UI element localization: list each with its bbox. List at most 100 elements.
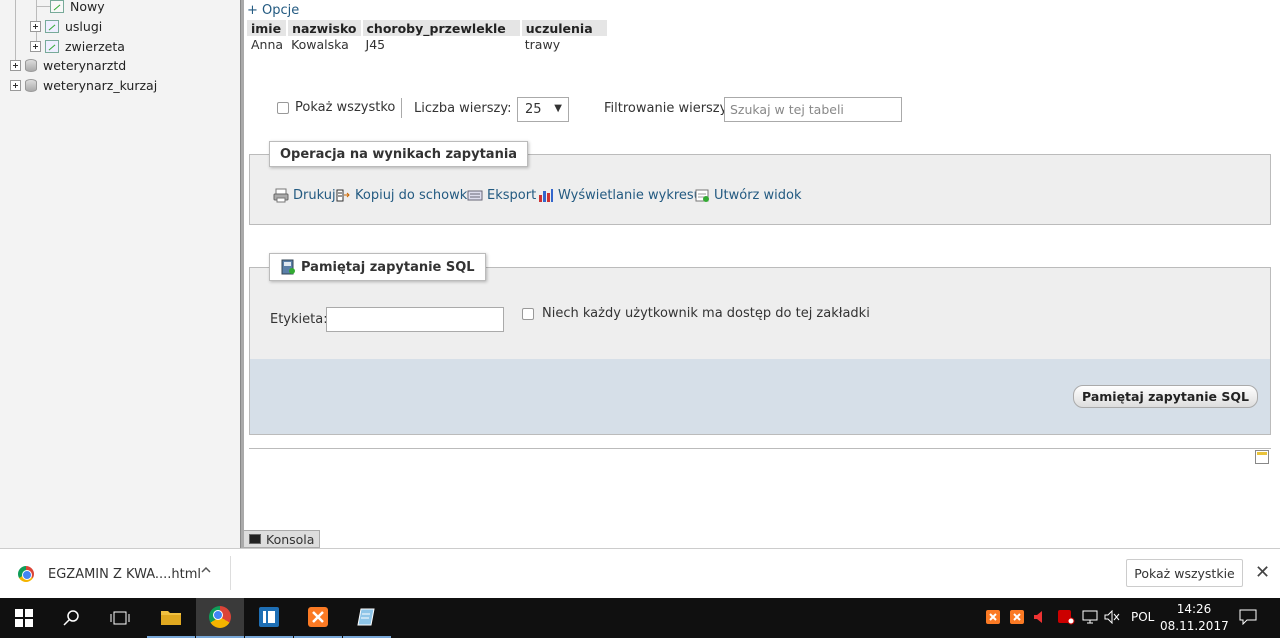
filter-rows-label: Filtrowanie wierszy: [604,101,731,116]
show-all-label: Pokaż wszystko [295,100,396,115]
share-bookmark-checkbox[interactable] [522,307,534,320]
speaker-alert-icon[interactable] [1033,610,1045,624]
chevron-up-icon[interactable] [200,564,212,576]
copy-label: Kopiuj do schowka [355,187,476,203]
taskbar-notepad[interactable] [343,598,391,638]
taskbar-chrome[interactable] [196,598,244,638]
display-chart-link[interactable]: Wyświetlanie wykresu [538,187,702,203]
chart-icon [539,189,553,202]
table-icon [45,19,59,33]
database-icon [25,58,37,72]
chrome-file-icon [18,566,34,582]
column-header[interactable]: uczulenia [520,20,609,36]
results-table: imie nazwisko choroby_przewlekle uczulen… [247,20,609,53]
xampp-tray-icon[interactable] [986,610,1000,624]
task-view-button[interactable] [96,598,144,638]
input-language[interactable]: POL [1131,610,1154,624]
notifications-icon[interactable] [1239,609,1257,625]
database-icon [25,78,37,92]
table-header-row: imie nazwisko choroby_przewlekle uczulen… [247,20,609,36]
expand-icon[interactable] [10,79,21,91]
page-settings-icon[interactable] [1255,450,1269,464]
show-all-downloads-button[interactable]: Pokaż wszystkie [1126,559,1243,587]
chrome-icon [209,606,231,628]
print-icon [273,188,289,203]
export-label: Eksport [487,187,537,203]
divider [249,448,1271,449]
tree-item-nowy[interactable]: Nowy [50,0,105,16]
start-button[interactable] [0,598,48,638]
create-view-link[interactable]: Utwórz widok [694,187,801,203]
bookmark-legend-label: Pamiętaj zapytanie SQL [301,259,475,275]
taskbar-xampp[interactable] [294,598,342,638]
console-icon [249,534,261,544]
clock-date: 08.11.2017 [1160,619,1229,633]
taskbar-file-explorer[interactable] [147,598,195,638]
download-filename: EGZAMIN Z KWA....html [48,566,202,582]
xampp-tray-icon[interactable] [1010,610,1024,624]
tree-item-label: weterynarz_kurzaj [43,77,158,93]
query-operations-legend: Operacja na wynikach zapytania [269,141,529,167]
remember-sql-button[interactable]: Pamiętaj zapytanie SQL [1073,385,1258,408]
task-view-icon [110,611,130,625]
filter-rows-input[interactable]: Szukaj w tej tabeli [724,97,902,122]
chart-label: Wyświetlanie wykresu [558,187,702,203]
rows-count-select[interactable]: 25 ▼ [517,97,569,122]
share-bookmark-control[interactable]: Niech każdy użytkownik ma dostęp do tej … [522,306,870,321]
tree-item-label: zwierzeta [65,38,125,54]
security-icon[interactable] [1057,609,1075,625]
table-cell[interactable]: Kowalska [287,36,361,53]
search-button[interactable] [48,598,96,638]
show-all-checkbox[interactable] [277,101,289,114]
console-tab[interactable]: Konsola [243,530,321,548]
column-header[interactable]: nazwisko [287,20,363,36]
bookmark-legend: Pamiętaj zapytanie SQL [269,253,486,281]
export-icon [467,190,483,201]
windows-icon [15,609,33,627]
tree-item-weterynarztd[interactable]: weterynarztd [10,55,126,75]
tree-item-zwierzeta[interactable]: zwierzeta [30,36,125,56]
print-label: Drukuj [293,187,336,203]
expand-icon[interactable] [10,59,21,71]
console-label: Konsola [266,531,315,547]
tree-item-label: weterynarztd [43,57,127,73]
options-link[interactable]: + Opcje [247,3,299,18]
column-header[interactable]: choroby_przewlekle [361,20,522,36]
export-link[interactable]: Eksport [467,187,536,203]
nav-resize-handle[interactable] [240,0,244,548]
bookmark-label-label: Etykieta: [270,312,328,327]
taskbar-app-blue[interactable] [245,598,293,638]
rows-count-value: 25 [525,102,542,117]
folder-icon [161,611,181,625]
notepad-icon [357,608,375,626]
volume-muted-icon[interactable] [1104,610,1120,624]
tree-item-uslugi[interactable]: uslugi [30,16,102,36]
navigation-panel: Nowy uslugi zwierzeta weterynarztd weter… [0,0,240,548]
xampp-icon [308,607,328,627]
separator [230,556,231,590]
system-clock[interactable]: 14:26 08.11.2017 [1160,601,1229,635]
table-cell[interactable]: Anna [247,36,287,53]
column-header[interactable]: imie [247,20,289,36]
expand-icon[interactable] [30,40,41,52]
bookmark-sql-icon [281,259,295,275]
table-cell[interactable]: J45 [362,36,521,53]
dropdown-arrow-icon: ▼ [554,103,562,114]
tree-item-label: Nowy [70,0,105,14]
print-link[interactable]: Drukuj [273,187,336,203]
expand-icon[interactable] [30,20,41,32]
tree-item-label: uslugi [65,18,103,34]
table-cell[interactable]: trawy [521,36,608,53]
bookmark-label-input[interactable] [326,307,504,332]
network-icon[interactable] [1082,610,1100,624]
clipboard-icon [336,189,350,202]
table-row: Anna Kowalska J45 trawy [247,36,608,53]
copy-to-clipboard-link[interactable]: Kopiuj do schowka [335,187,475,203]
share-bookmark-label: Niech każdy użytkownik ma dostęp do tej … [542,306,870,321]
close-download-bar-icon[interactable]: ✕ [1255,562,1270,583]
download-item[interactable]: EGZAMIN Z KWA....html [18,566,201,582]
create-view-icon [695,189,709,202]
show-all-control[interactable]: Pokaż wszystko [277,100,395,115]
app-window-icon [259,607,279,627]
tree-item-weterynarz-kurzaj[interactable]: weterynarz_kurzaj [10,75,157,95]
